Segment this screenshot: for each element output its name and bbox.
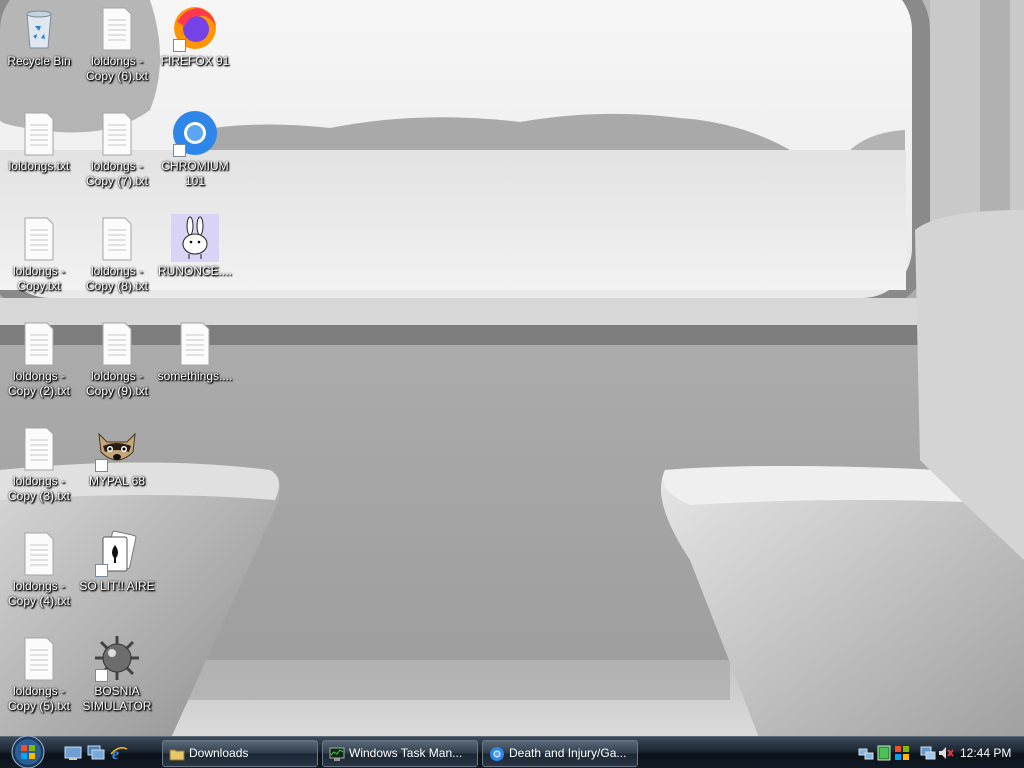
taskbar-button-downloads[interactable]: Downloads	[162, 740, 318, 767]
desktop-icon-loldongs-copy-2[interactable]: loldongs - Copy (2).txt	[0, 319, 78, 399]
text-file-icon	[93, 319, 141, 367]
volume-muted-icon[interactable]	[938, 745, 954, 761]
text-file-icon	[15, 109, 63, 157]
taskbar-button-label: Downloads	[189, 746, 249, 760]
raccoon-icon	[93, 424, 141, 472]
chromium-icon	[489, 746, 505, 762]
text-file-icon	[15, 634, 63, 682]
desktop-icon-loldongs-copy-6[interactable]: loldongs - Copy (6).txt	[78, 4, 156, 84]
network-connection-icon[interactable]	[920, 745, 936, 761]
show-desktop-icon[interactable]	[64, 745, 82, 761]
taskbar-button-label: Windows Task Man...	[349, 746, 463, 760]
recycle-bin-icon	[15, 4, 63, 52]
text-file-icon	[171, 319, 219, 367]
text-file-icon	[15, 529, 63, 577]
desktop-icon-somethings[interactable]: somethings....	[156, 319, 234, 384]
chromium-icon	[171, 109, 219, 157]
desktop-icon-loldongs-copy[interactable]: loldongs - Copy.txt	[0, 214, 78, 294]
text-file-icon	[93, 109, 141, 157]
windows-flag-tray-icon[interactable]	[894, 745, 910, 761]
desktop-icon-loldongs-copy-5[interactable]: loldongs - Copy (5).txt	[0, 634, 78, 714]
taskbar-button-chromium-window[interactable]: Death and Injury/Ga...	[482, 740, 638, 767]
text-file-icon	[93, 214, 141, 262]
shortcut-arrow-icon	[95, 669, 108, 682]
folder-icon	[169, 746, 185, 762]
switch-windows-icon[interactable]	[87, 745, 105, 761]
mine-icon	[93, 634, 141, 682]
shortcut-arrow-icon	[95, 459, 108, 472]
shortcut-arrow-icon	[173, 39, 186, 52]
internet-explorer-icon[interactable]: e	[110, 745, 128, 763]
desktop-icon-mypal-68[interactable]: MYPAL 68	[78, 424, 156, 489]
desktop-icon-loldongs-copy-3[interactable]: loldongs - Copy (3).txt	[0, 424, 78, 504]
desktop-icon-loldongs-txt[interactable]: loldongs.txt	[0, 109, 78, 174]
bunny-icon	[171, 214, 219, 262]
task-manager-icon	[329, 746, 345, 762]
windows-orb-icon	[11, 735, 45, 768]
taskbar-button-task-manager[interactable]: Windows Task Man...	[322, 740, 478, 767]
desktop-icon-bosnia-simulator[interactable]: BOSNIA SIMULATOR	[78, 634, 156, 714]
shortcut-arrow-icon	[95, 564, 108, 577]
taskbar: e Downloads Windows Task Man... Death an…	[0, 735, 1024, 768]
desktop-icon-firefox-91[interactable]: FIREFOX 91	[156, 4, 234, 69]
taskbar-button-label: Death and Injury/Ga...	[509, 746, 627, 760]
desktop-icon-loldongs-copy-7[interactable]: loldongs - Copy (7).txt	[78, 109, 156, 189]
desktop-icon-runonce[interactable]: RUNONCE....	[156, 214, 234, 279]
start-button[interactable]	[8, 735, 48, 768]
text-file-icon	[15, 424, 63, 472]
firefox-icon	[171, 4, 219, 52]
shortcut-arrow-icon	[173, 144, 186, 157]
desktop-icon-loldongs-copy-4[interactable]: loldongs - Copy (4).txt	[0, 529, 78, 609]
desktop-icon-recycle-bin[interactable]: Recycle Bin	[0, 4, 78, 69]
solitaire-card-icon	[93, 529, 141, 577]
text-file-icon	[15, 214, 63, 262]
network-tray-icon[interactable]	[858, 745, 874, 761]
desktop-icon-loldongs-copy-8[interactable]: loldongs - Copy (8).txt	[78, 214, 156, 294]
text-file-icon	[93, 4, 141, 52]
green-status-tray-icon[interactable]	[876, 745, 892, 761]
desktop-icon-chromium-101[interactable]: CHROMIUM 101	[156, 109, 234, 189]
system-clock[interactable]: 12:44 PM	[960, 746, 1011, 760]
desktop-icon-solitaire[interactable]: SO LIT!! AIRE	[78, 529, 156, 594]
text-file-icon	[15, 319, 63, 367]
desktop-icon-loldongs-copy-9[interactable]: loldongs - Copy (9).txt	[78, 319, 156, 399]
